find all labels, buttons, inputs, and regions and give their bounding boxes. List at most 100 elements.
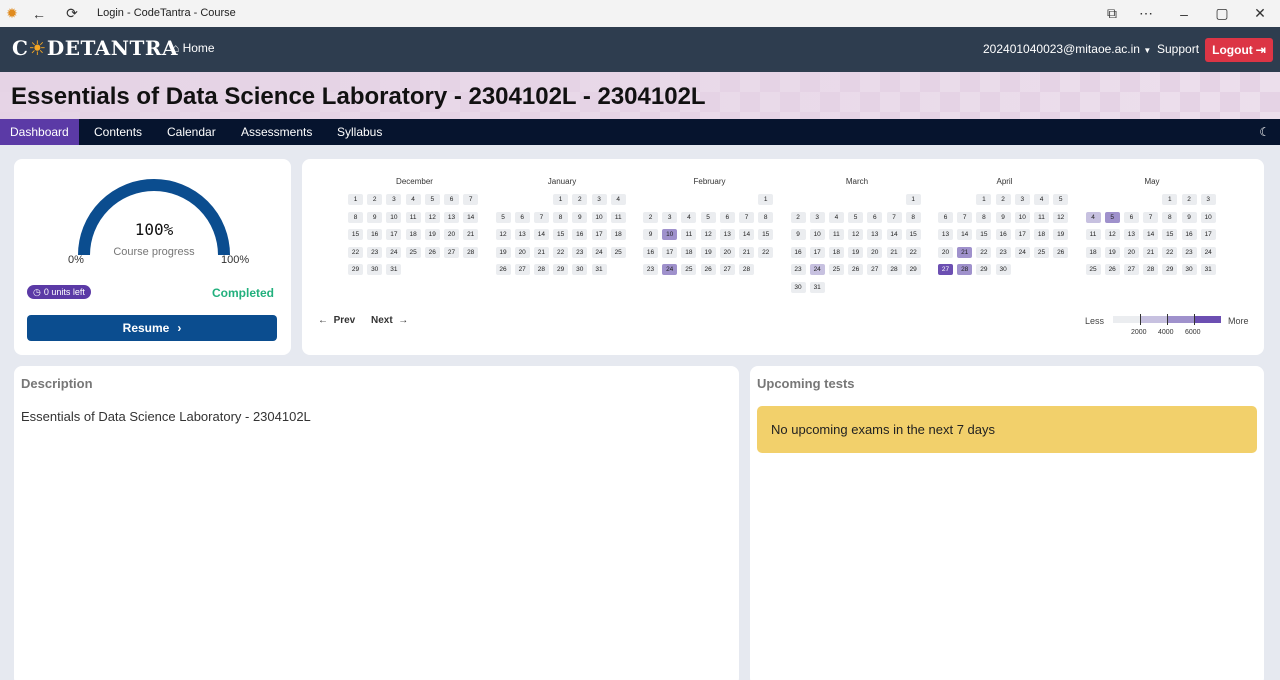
calendar-day[interactable]: 3 <box>591 194 607 205</box>
calendar-day[interactable]: 30 <box>1181 264 1197 275</box>
calendar-day[interactable]: 9 <box>790 229 806 240</box>
calendar-day[interactable]: 19 <box>1053 229 1069 240</box>
calendar-day[interactable]: 13 <box>719 229 735 240</box>
calendar-day[interactable]: 4 <box>405 194 421 205</box>
calendar-day[interactable]: 12 <box>424 211 440 223</box>
calendar-day[interactable]: 30 <box>367 264 383 275</box>
calendar-day[interactable]: 7 <box>463 194 479 205</box>
back-arrow-icon[interactable]: ← <box>30 0 48 27</box>
close-icon[interactable]: ✕ <box>1251 0 1269 27</box>
calendar-day[interactable]: 1 <box>976 194 992 205</box>
calendar-day[interactable]: 27 <box>719 264 735 275</box>
calendar-day[interactable]: 7 <box>533 211 549 223</box>
home-link[interactable]: ⌂ Home <box>172 41 215 55</box>
calendar-day[interactable]: 7 <box>1143 211 1159 223</box>
calendar-day[interactable]: 3 <box>386 194 402 205</box>
calendar-day[interactable]: 19 <box>495 246 511 258</box>
calendar-day[interactable]: 6 <box>1123 211 1139 223</box>
calendar-day[interactable]: 12 <box>495 229 511 240</box>
calendar-day[interactable]: 8 <box>553 211 569 223</box>
calendar-day[interactable]: 10 <box>1200 211 1216 223</box>
calendar-day[interactable]: 10 <box>1014 211 1030 223</box>
calendar-day[interactable]: 18 <box>405 229 421 240</box>
calendar-day[interactable]: 26 <box>700 264 716 275</box>
calendar-day[interactable]: 17 <box>1200 229 1216 240</box>
calendar-day[interactable]: 27 <box>1123 264 1139 275</box>
calendar-day[interactable]: 28 <box>957 264 973 275</box>
calendar-day[interactable]: 27 <box>514 264 530 275</box>
calendar-day[interactable]: 8 <box>976 211 992 223</box>
calendar-day[interactable]: 22 <box>905 246 921 258</box>
calendar-day[interactable]: 22 <box>976 246 992 258</box>
calendar-day[interactable]: 6 <box>867 211 883 223</box>
calendar-day[interactable]: 11 <box>681 229 697 240</box>
calendar-day[interactable]: 31 <box>1200 264 1216 275</box>
calendar-day[interactable]: 23 <box>995 246 1011 258</box>
calendar-day[interactable]: 31 <box>591 264 607 275</box>
support-link[interactable]: Support <box>1157 42 1199 56</box>
calendar-day[interactable]: 13 <box>444 211 459 223</box>
calendar-day[interactable]: 24 <box>386 246 402 258</box>
calendar-day[interactable]: 3 <box>1200 194 1216 205</box>
calendar-day[interactable]: 23 <box>367 246 383 258</box>
calendar-day[interactable]: 6 <box>514 211 530 223</box>
calendar-day[interactable]: 13 <box>938 229 953 240</box>
calendar-day[interactable]: 1 <box>1162 194 1178 205</box>
calendar-day[interactable]: 15 <box>905 229 921 240</box>
tab-calendar[interactable]: Calendar <box>157 119 226 145</box>
calendar-day[interactable]: 23 <box>1181 246 1197 258</box>
calendar-day[interactable]: 23 <box>643 264 658 275</box>
calendar-day[interactable]: 2 <box>995 194 1011 205</box>
calendar-day[interactable]: 10 <box>386 211 402 223</box>
maximize-icon[interactable]: ▢ <box>1213 0 1231 27</box>
resume-button[interactable]: Resume › <box>27 315 277 341</box>
calendar-day[interactable]: 14 <box>886 229 902 240</box>
calendar-day[interactable]: 28 <box>463 246 479 258</box>
calendar-day[interactable]: 29 <box>553 264 569 275</box>
calendar-day[interactable]: 22 <box>348 246 363 258</box>
calendar-day[interactable]: 5 <box>700 211 716 223</box>
calendar-day[interactable]: 28 <box>886 264 902 275</box>
calendar-day[interactable]: 2 <box>1181 194 1197 205</box>
calendar-day[interactable]: 20 <box>867 246 883 258</box>
logout-button[interactable]: Logout ⇥ <box>1205 38 1273 62</box>
calendar-day[interactable]: 14 <box>463 211 479 223</box>
calendar-day[interactable]: 6 <box>444 194 459 205</box>
calendar-day[interactable]: 4 <box>1034 194 1049 205</box>
calendar-day[interactable]: 14 <box>957 229 973 240</box>
calendar-day[interactable]: 26 <box>848 264 864 275</box>
calendar-day[interactable]: 22 <box>1162 246 1178 258</box>
calendar-day[interactable]: 4 <box>1085 211 1101 223</box>
calendar-day[interactable]: 19 <box>848 246 864 258</box>
calendar-day[interactable]: 24 <box>1200 246 1216 258</box>
calendar-day[interactable]: 18 <box>610 229 626 240</box>
calendar-day[interactable]: 20 <box>1123 246 1139 258</box>
calendar-day[interactable]: 13 <box>1123 229 1139 240</box>
calendar-day[interactable]: 5 <box>848 211 864 223</box>
calendar-day[interactable]: 10 <box>591 211 607 223</box>
calendar-day[interactable]: 17 <box>809 246 825 258</box>
calendar-day[interactable]: 4 <box>681 211 697 223</box>
prev-button[interactable]: ← Prev <box>318 315 355 326</box>
calendar-day[interactable]: 16 <box>790 246 806 258</box>
calendar-day[interactable]: 8 <box>348 211 363 223</box>
calendar-day[interactable]: 5 <box>495 211 511 223</box>
calendar-day[interactable]: 15 <box>758 229 774 240</box>
calendar-day[interactable]: 9 <box>367 211 383 223</box>
calendar-day[interactable]: 21 <box>463 229 479 240</box>
calendar-day[interactable]: 17 <box>591 229 607 240</box>
calendar-day[interactable]: 2 <box>643 211 658 223</box>
calendar-day[interactable]: 8 <box>758 211 774 223</box>
calendar-day[interactable]: 14 <box>739 229 754 240</box>
calendar-day[interactable]: 16 <box>1181 229 1197 240</box>
calendar-day[interactable]: 18 <box>828 246 844 258</box>
refresh-icon[interactable]: ⟳ <box>63 0 81 27</box>
calendar-day[interactable]: 25 <box>681 264 697 275</box>
calendar-day[interactable]: 8 <box>1162 211 1178 223</box>
calendar-day[interactable]: 10 <box>809 229 825 240</box>
cast-icon[interactable]: ⧉ <box>1103 0 1121 27</box>
calendar-day[interactable]: 9 <box>1181 211 1197 223</box>
more-options-icon[interactable]: ⋯ <box>1137 0 1155 27</box>
calendar-day[interactable]: 11 <box>1034 211 1049 223</box>
calendar-day[interactable]: 22 <box>553 246 569 258</box>
